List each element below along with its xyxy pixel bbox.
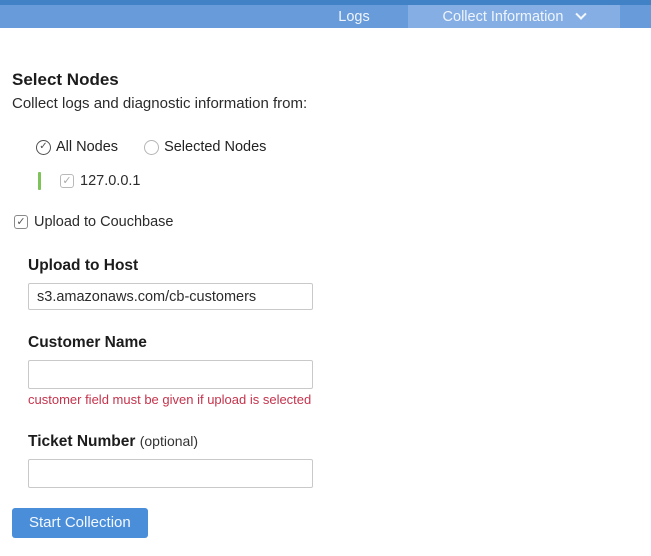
radio-unchecked-icon[interactable] <box>144 140 159 155</box>
upload-host-input[interactable] <box>28 283 313 310</box>
customer-name-field-group: Customer Name customer field must be giv… <box>28 334 651 407</box>
radio-selected-nodes[interactable]: Selected Nodes <box>144 139 266 155</box>
radio-checked-icon[interactable]: ✓ <box>36 140 51 155</box>
check-icon: ✓ <box>16 217 25 228</box>
upload-to-couchbase-checkbox-row[interactable]: ✓ Upload to Couchbase <box>14 214 651 230</box>
customer-name-input[interactable] <box>28 360 313 389</box>
node-checkbox[interactable]: ✓ <box>60 174 74 188</box>
customer-name-error: customer field must be given if upload i… <box>28 392 651 407</box>
node-scope-radio-group: ✓ All Nodes Selected Nodes <box>36 139 651 155</box>
collect-information-panel: Select Nodes Collect logs and diagnostic… <box>0 70 651 538</box>
page-title: Select Nodes <box>12 70 651 90</box>
node-address: 127.0.0.1 <box>80 173 140 189</box>
header-nav-bar: Logs Collect Information <box>0 5 651 28</box>
ticket-number-input[interactable] <box>28 459 313 488</box>
upload-host-field-group: Upload to Host <box>28 257 651 310</box>
radio-all-nodes[interactable]: ✓ All Nodes <box>36 139 118 155</box>
ticket-number-label-text: Ticket Number <box>28 433 140 450</box>
node-status-indicator <box>38 172 41 190</box>
radio-all-nodes-label: All Nodes <box>56 139 118 155</box>
ticket-number-label: Ticket Number (optional) <box>28 433 651 451</box>
page-subtitle: Collect logs and diagnostic information … <box>12 95 651 112</box>
upload-checkbox[interactable]: ✓ <box>14 215 28 229</box>
start-collection-button[interactable]: Start Collection <box>12 508 148 538</box>
radio-selected-nodes-label: Selected Nodes <box>164 139 266 155</box>
ticket-number-field-group: Ticket Number (optional) <box>28 433 651 488</box>
check-icon: ✓ <box>39 142 47 152</box>
node-list-item: ✓ 127.0.0.1 <box>38 172 651 190</box>
customer-name-label: Customer Name <box>28 334 651 352</box>
upload-host-label: Upload to Host <box>28 257 651 275</box>
tab-collect-information[interactable]: Collect Information <box>408 5 620 28</box>
upload-checkbox-label: Upload to Couchbase <box>34 214 173 230</box>
chevron-down-icon <box>576 8 587 19</box>
tab-logs-label: Logs <box>338 9 369 25</box>
ticket-number-optional-hint: (optional) <box>140 433 198 449</box>
tab-collect-information-label: Collect Information <box>443 9 564 25</box>
check-icon: ✓ <box>62 176 71 187</box>
tab-logs[interactable]: Logs <box>300 5 408 28</box>
